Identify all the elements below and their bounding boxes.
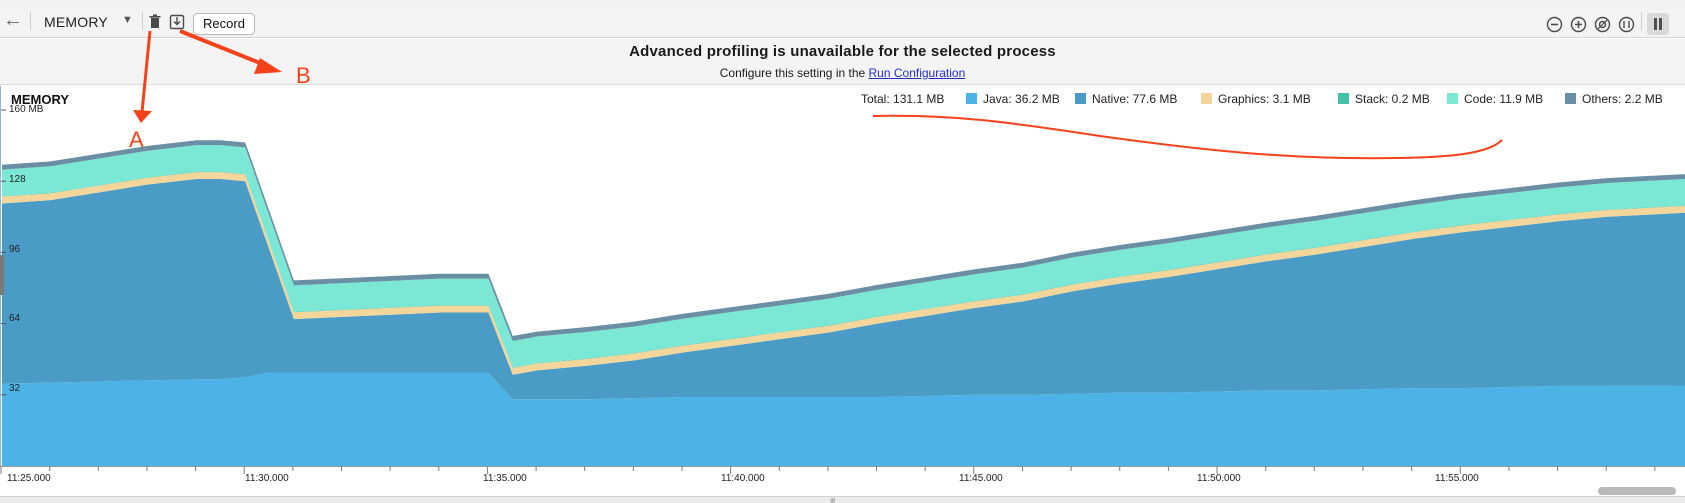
legend-swatch-java: [966, 93, 977, 104]
y-tick-label: 160 MB: [9, 104, 44, 115]
y-tick-label: 64: [9, 313, 21, 324]
toolbar-separator: [142, 12, 143, 30]
banner-title: Advanced profiling is unavailable for th…: [629, 43, 1056, 60]
profiler-toolbar: ← MEMORY ▼ Record: [0, 5, 1685, 38]
legend-label-stack: Stack: 0.2 MB: [1355, 92, 1430, 106]
time-axis: [0, 466, 1685, 474]
legend-label-others: Others: 2.2 MB: [1582, 92, 1663, 106]
legend-swatch-graphics: [1201, 93, 1212, 104]
legend-item-code: Code: 11.9 MB: [1447, 90, 1543, 108]
y-tick-label: 96: [9, 244, 21, 255]
chevron-down-icon: ▼: [122, 14, 133, 26]
advanced-profiling-banner: Advanced profiling is unavailable for th…: [0, 39, 1685, 85]
legend-swatch-others: [1565, 93, 1576, 104]
legend-swatch-stack: [1338, 93, 1349, 104]
zoom-out-icon[interactable]: [1546, 16, 1563, 33]
profiler-selector-label: MEMORY: [44, 14, 108, 30]
back-arrow-icon[interactable]: ←: [2, 10, 24, 32]
splitter-grip-icon: ||||: [830, 497, 835, 503]
left-resize-handle[interactable]: [0, 255, 4, 295]
profiler-selector-dropdown[interactable]: MEMORY ▼: [36, 11, 136, 32]
legend-item-native: Native: 77.6 MB: [1075, 90, 1177, 108]
banner-subtitle-text: Configure this setting in the: [719, 66, 869, 80]
annotation-label-a: A: [129, 127, 144, 152]
reset-zoom-icon[interactable]: [1594, 16, 1611, 33]
memory-chart-panel: MEMORY Total: 131.1 MB Java: 36.2 MB Nat…: [0, 86, 1685, 466]
horizontal-scrollbar-thumb[interactable]: [1598, 487, 1676, 495]
zoom-in-icon[interactable]: [1570, 16, 1587, 33]
pause-icon[interactable]: [1647, 13, 1669, 35]
legend-swatch-native: [1075, 93, 1086, 104]
toolbar-separator: [1641, 12, 1642, 30]
export-icon[interactable]: [168, 13, 186, 31]
banner-subtitle: Configure this setting in the Run Config…: [0, 66, 1685, 80]
legend-total: Total: 131.1 MB: [861, 92, 945, 106]
legend-label-code: Code: 11.9 MB: [1464, 92, 1544, 106]
y-tick-label: 32: [9, 383, 21, 394]
fit-icon[interactable]: [1618, 16, 1635, 33]
y-tick-label: 128: [9, 174, 26, 185]
annotation-label-b: B: [296, 63, 311, 88]
memory-profiler-window: ← MEMORY ▼ Record Advanced profiling is …: [0, 0, 1685, 503]
toolbar-separator: [30, 12, 31, 30]
record-button[interactable]: Record: [193, 13, 255, 35]
legend-label-graphics: Graphics: 3.1 MB: [1218, 92, 1311, 106]
legend-label-java: Java: 36.2 MB: [983, 92, 1060, 106]
legend-item-java: Java: 36.2 MB: [966, 90, 1060, 108]
run-configuration-link[interactable]: Run Configuration: [869, 66, 966, 80]
legend-label-native: Native: 77.6 MB: [1092, 92, 1178, 106]
memory-stacked-area-chart[interactable]: [1, 86, 1685, 466]
legend-item-others: Others: 2.2 MB: [1565, 90, 1663, 108]
legend-item-graphics: Graphics: 3.1 MB: [1201, 90, 1311, 108]
legend-item-stack: Stack: 0.2 MB: [1338, 90, 1430, 108]
legend-swatch-code: [1447, 93, 1458, 104]
trash-icon[interactable]: [146, 13, 164, 31]
